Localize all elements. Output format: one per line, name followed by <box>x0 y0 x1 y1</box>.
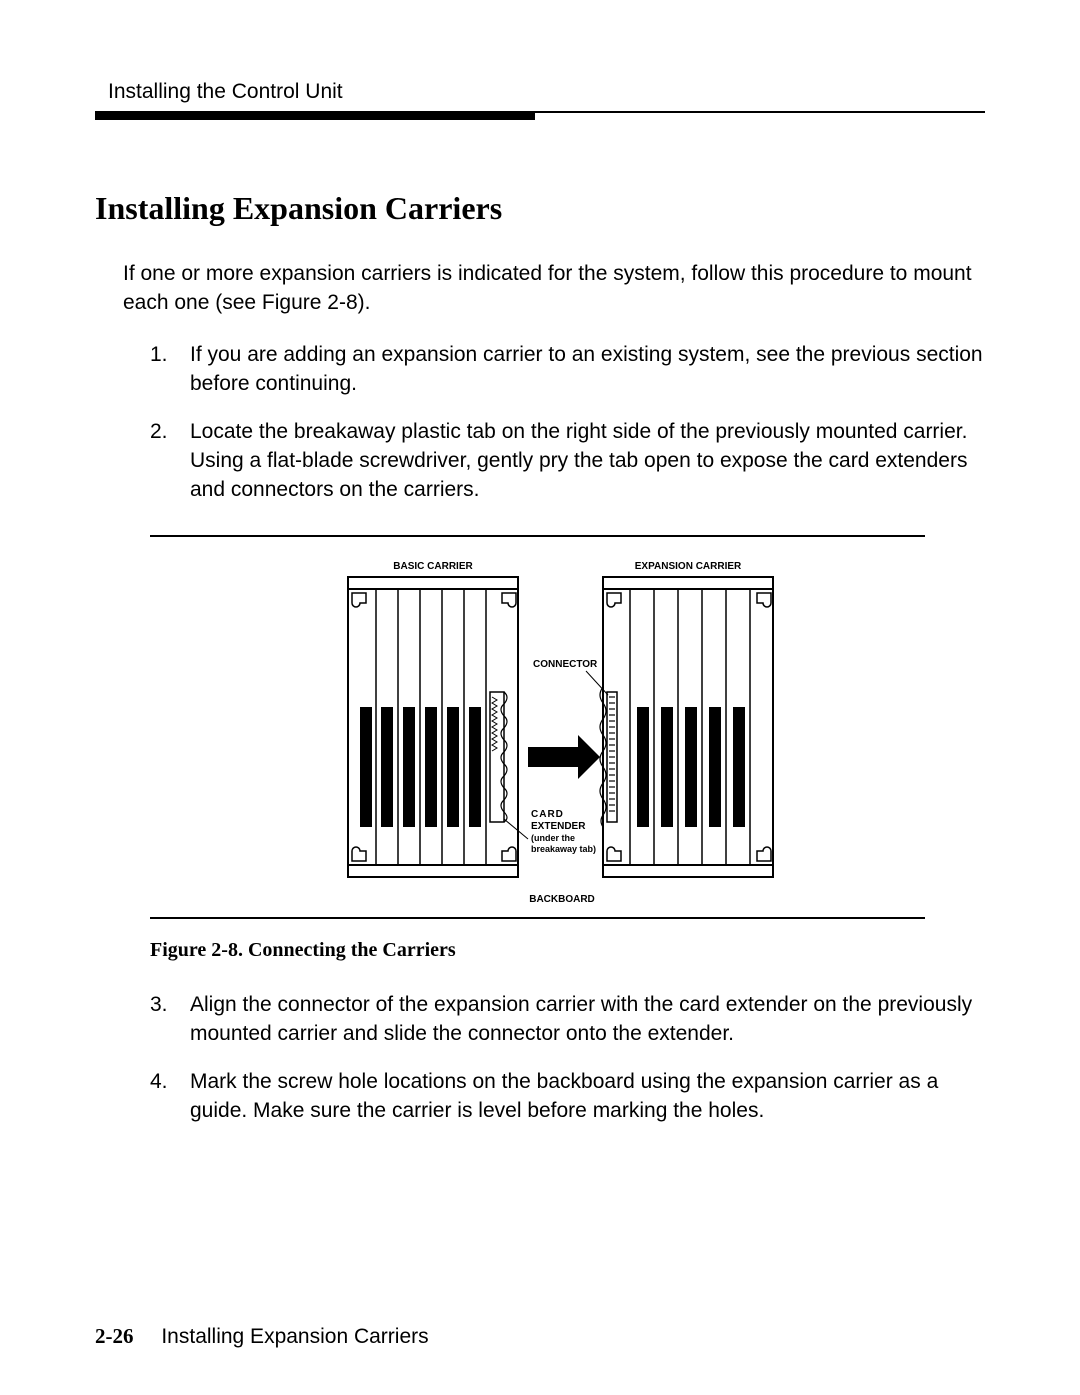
step-text: Mark the screw hole locations on the bac… <box>190 1067 985 1126</box>
expansion-carrier-label: EXPANSION CARRIER <box>634 561 741 572</box>
carriers-diagram: BASIC CARRIER EXPANSION CARRIER <box>318 557 818 917</box>
step-number: 2. <box>150 417 190 505</box>
page-header: Installing the Control Unit <box>95 80 985 120</box>
arrow-icon <box>528 735 600 779</box>
footer-title: Installing Expansion Carriers <box>161 1325 428 1348</box>
main-heading: Installing Expansion Carriers <box>95 190 985 227</box>
page-footer: 2-26 Installing Expansion Carriers <box>95 1324 429 1349</box>
steps-list-top: 1. If you are adding an expansion carrie… <box>150 340 985 505</box>
list-item: 3. Align the connector of the expansion … <box>150 990 985 1049</box>
figure-rule-bottom <box>150 917 925 919</box>
figure-caption: Figure 2-8. Connecting the Carriers <box>150 939 985 962</box>
figure-rule-top <box>150 535 925 537</box>
card-extender-under: (under the <box>531 833 575 843</box>
step-number: 4. <box>150 1067 190 1126</box>
list-item: 2. Locate the breakaway plastic tab on t… <box>150 417 985 505</box>
step-text: Align the connector of the expansion car… <box>190 990 985 1049</box>
card-extender-label-1: CARD <box>531 809 564 820</box>
step-number: 1. <box>150 340 190 399</box>
header-rule-thick <box>95 113 535 120</box>
basic-carrier-label: BASIC CARRIER <box>393 561 473 572</box>
step-text: Locate the breakaway plastic tab on the … <box>190 417 985 505</box>
backboard-label: BACKBOARD <box>529 894 595 905</box>
step-text: If you are adding an expansion carrier t… <box>190 340 985 399</box>
list-item: 4. Mark the screw hole locations on the … <box>150 1067 985 1126</box>
step-number: 3. <box>150 990 190 1049</box>
connector-label: CONNECTOR <box>533 659 598 670</box>
card-extender-break: breakaway tab) <box>531 844 596 854</box>
running-head: Installing the Control Unit <box>108 80 985 111</box>
list-item: 1. If you are adding an expansion carrie… <box>150 340 985 399</box>
page-number: 2-26 <box>95 1324 134 1348</box>
intro-paragraph: If one or more expansion carriers is ind… <box>123 259 985 318</box>
steps-list-bottom: 3. Align the connector of the expansion … <box>150 990 985 1126</box>
card-extender-label-2: EXTENDER <box>531 821 586 832</box>
figure-block: BASIC CARRIER EXPANSION CARRIER <box>150 535 985 962</box>
